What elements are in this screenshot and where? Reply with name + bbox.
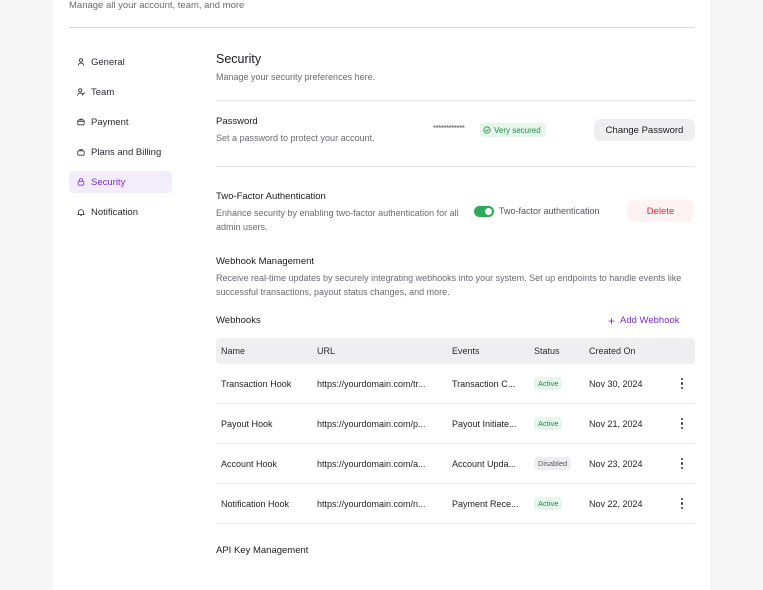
- security-description: Manage your security preferences here.: [216, 72, 376, 82]
- section-divider: [216, 166, 695, 167]
- webhook-url: https://yourdomain.com/n...: [317, 498, 426, 509]
- table-row[interactable]: Payout Hook https://yourdomain.com/p... …: [216, 404, 695, 444]
- sidebar-item-team[interactable]: Team: [69, 81, 172, 103]
- page-subtitle: Manage all your account, team, and more: [69, 0, 245, 11]
- sidebar-item-notification[interactable]: Notification: [69, 201, 172, 223]
- sidebar-item-label: Team: [91, 86, 115, 98]
- sidebar-item-label: Plans and Billing: [91, 146, 162, 158]
- column-header-status[interactable]: Status: [529, 346, 584, 356]
- security-title: Security: [216, 52, 262, 66]
- api-key-management-title: API Key Management: [216, 545, 309, 556]
- row-menu-button[interactable]: [669, 377, 695, 390]
- webhook-management-title: Webhook Management: [216, 256, 315, 267]
- plus-icon: +: [608, 313, 616, 328]
- sidebar-item-general[interactable]: General: [69, 51, 172, 73]
- webhook-events: Transaction C...: [452, 378, 516, 389]
- webhook-management-description: Receive real-time updates by securely in…: [216, 273, 682, 297]
- more-vertical-icon: [680, 417, 684, 430]
- section-divider: [216, 100, 695, 101]
- column-header-name[interactable]: Name: [216, 346, 312, 356]
- status-badge: Disabled: [534, 457, 572, 470]
- webhook-events: Account Upda...: [452, 458, 517, 469]
- row-menu-button[interactable]: [669, 417, 695, 430]
- wallet-icon: [77, 118, 85, 126]
- status-badge: Active: [534, 417, 563, 430]
- settings-sidebar: General Team Payment Plans and Billing S…: [69, 51, 172, 231]
- webhook-name: Transaction Hook: [221, 378, 292, 389]
- more-vertical-icon: [680, 377, 684, 390]
- sidebar-item-label: General: [91, 56, 125, 68]
- password-mask: ************: [433, 124, 465, 133]
- row-menu-button[interactable]: [669, 497, 695, 510]
- password-label: Password: [216, 116, 258, 127]
- two-factor-toggle-label: Two-factor authentication: [499, 206, 600, 216]
- sidebar-item-plans-billing[interactable]: Plans and Billing: [69, 141, 172, 163]
- column-header-events[interactable]: Events: [446, 346, 529, 356]
- table-header: Name URL Events Status Created On: [216, 338, 695, 364]
- webhook-created: Nov 23, 2024: [589, 458, 643, 469]
- bag-icon: [77, 149, 85, 156]
- sidebar-item-label: Notification: [91, 206, 138, 218]
- column-header-created[interactable]: Created On: [584, 346, 669, 356]
- header-divider: [69, 27, 695, 28]
- webhook-name: Notification Hook: [221, 498, 290, 509]
- webhook-url: https://yourdomain.com/a...: [317, 458, 426, 469]
- two-factor-description: Enhance security by enabling two-factor …: [216, 208, 459, 232]
- table-row[interactable]: Notification Hook https://yourdomain.com…: [216, 484, 695, 524]
- bell-icon: [77, 209, 85, 216]
- password-description: Set a password to protect your account.: [216, 133, 375, 143]
- column-header-url[interactable]: URL: [312, 346, 446, 356]
- webhook-events: Payout Initiate...: [452, 418, 517, 429]
- password-strength-text: Very secured: [494, 125, 541, 135]
- two-factor-label: Two-Factor Authentication: [216, 191, 326, 202]
- more-vertical-icon: [680, 457, 684, 470]
- webhook-url: https://yourdomain.com/tr...: [317, 378, 426, 389]
- webhooks-list-title: Webhooks: [216, 315, 261, 326]
- check-circle-icon: [483, 126, 491, 134]
- add-webhook-label: Add Webhook: [620, 315, 680, 326]
- webhooks-table: Name URL Events Status Created On Transa…: [216, 338, 695, 524]
- password-strength-badge: Very secured: [480, 123, 546, 137]
- sidebar-item-payment[interactable]: Payment: [69, 111, 172, 133]
- sidebar-item-label: Security: [91, 176, 126, 188]
- user-icon: [77, 58, 85, 66]
- more-vertical-icon: [680, 497, 684, 510]
- sidebar-item-security[interactable]: Security: [69, 171, 172, 193]
- sidebar-item-label: Payment: [91, 116, 129, 128]
- row-menu-button[interactable]: [669, 457, 695, 470]
- webhook-url: https://yourdomain.com/p...: [317, 418, 426, 429]
- add-webhook-button[interactable]: + Add Webhook: [608, 313, 680, 328]
- webhook-events: Payment Rece...: [452, 498, 519, 509]
- status-badge: Active: [534, 497, 563, 510]
- two-factor-toggle[interactable]: [474, 206, 494, 217]
- shield-icon: [77, 178, 85, 186]
- webhook-name: Account Hook: [221, 458, 278, 469]
- team-icon: [77, 88, 85, 96]
- change-password-button[interactable]: Change Password: [594, 119, 695, 141]
- delete-button[interactable]: Delete: [627, 200, 694, 222]
- webhook-name: Payout Hook: [221, 418, 273, 429]
- webhook-created: Nov 22, 2024: [589, 498, 643, 509]
- webhook-created: Nov 21, 2024: [589, 418, 643, 429]
- status-badge: Active: [534, 377, 563, 390]
- table-row[interactable]: Transaction Hook https://yourdomain.com/…: [216, 364, 695, 404]
- webhook-created: Nov 30, 2024: [589, 378, 643, 389]
- table-row[interactable]: Account Hook https://yourdomain.com/a...…: [216, 444, 695, 484]
